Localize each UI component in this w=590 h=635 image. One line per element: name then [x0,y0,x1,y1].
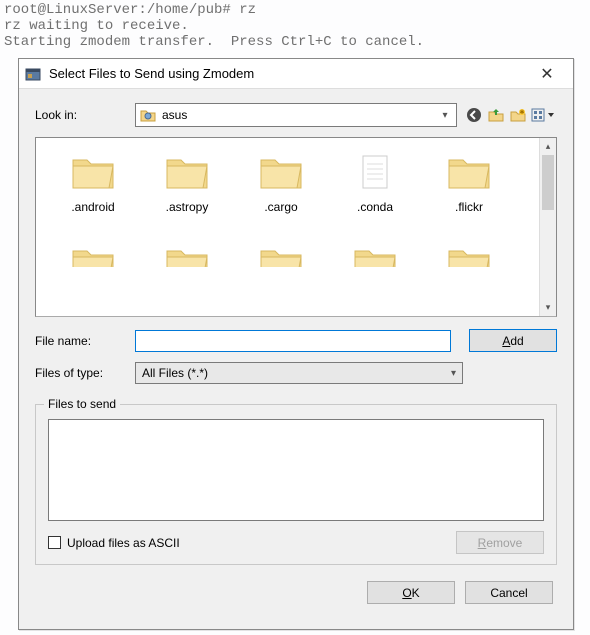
file-list[interactable]: .android .astropy .cargo .conda .flickr ▴ ▾ [35,137,557,317]
scroll-down-icon[interactable]: ▾ [540,299,556,316]
filetype-row: Files of type: All Files (*.*) ▾ [35,362,557,384]
file-item[interactable] [140,243,234,273]
svg-text:✱: ✱ [519,109,524,116]
lookin-dropdown[interactable]: asus ▾ [135,103,457,127]
file-name: .astropy [166,200,209,214]
chevron-down-icon: ▾ [438,110,452,121]
add-button[interactable]: Add [469,329,557,352]
file-item[interactable]: .conda [328,148,422,243]
cancel-button[interactable]: Cancel [465,581,553,604]
folder-up-icon[interactable] [487,106,505,124]
ascii-checkbox[interactable] [48,536,61,549]
scroll-thumb[interactable] [542,155,554,210]
close-button[interactable]: ✕ [527,64,567,84]
file-icon [351,152,399,192]
file-dialog: Select Files to Send using Zmodem ✕ Look… [18,58,574,630]
file-item[interactable] [422,243,516,273]
file-name: .conda [357,200,393,214]
folder-icon [445,152,493,192]
back-icon[interactable] [465,106,483,124]
file-item[interactable]: .android [46,148,140,243]
filetype-label: Files of type: [35,366,135,380]
user-folder-icon [140,108,156,122]
file-item[interactable]: .flickr [422,148,516,243]
titlebar: Select Files to Send using Zmodem ✕ [19,59,573,89]
lookin-value: asus [162,108,438,122]
folder-icon [257,243,305,267]
file-item[interactable]: .astropy [140,148,234,243]
scroll-up-icon[interactable]: ▴ [540,138,556,155]
dialog-title: Select Files to Send using Zmodem [49,66,527,81]
lookin-label: Look in: [35,108,135,122]
folder-icon [163,243,211,267]
file-item[interactable] [328,243,422,273]
folder-icon [351,243,399,267]
dialog-buttons: OK Cancel [35,581,557,604]
scrollbar[interactable]: ▴ ▾ [539,138,556,316]
lookin-row: Look in: asus ▾ ✱ [35,103,557,127]
group-label: Files to send [44,397,120,411]
folder-icon [69,152,117,192]
file-item[interactable]: .cargo [234,148,328,243]
files-to-send-group: Files to send Upload files as ASCII Remo… [35,404,557,565]
ascii-label: Upload files as ASCII [67,536,456,550]
chevron-down-icon: ▾ [451,368,456,379]
files-to-send-list[interactable] [48,419,544,521]
file-name: .flickr [455,200,483,214]
file-name: .android [71,200,114,214]
app-icon [25,66,41,82]
remove-button: Remove [456,531,544,554]
terminal-output: root@LinuxServer:/home/pub# rz rz waitin… [0,0,590,50]
folder-icon [257,152,305,192]
file-name: .cargo [264,200,297,214]
folder-icon [69,243,117,267]
filename-label: File name: [35,334,135,348]
filetype-dropdown[interactable]: All Files (*.*) ▾ [135,362,463,384]
file-item[interactable] [46,243,140,273]
folder-icon [445,243,493,267]
new-folder-icon[interactable]: ✱ [509,106,527,124]
ok-button[interactable]: OK [367,581,455,604]
views-icon[interactable] [531,106,557,124]
filename-input[interactable] [135,330,451,352]
nav-icons: ✱ [465,106,557,124]
filename-row: File name: Add [35,329,557,352]
folder-icon [163,152,211,192]
file-item[interactable] [234,243,328,273]
